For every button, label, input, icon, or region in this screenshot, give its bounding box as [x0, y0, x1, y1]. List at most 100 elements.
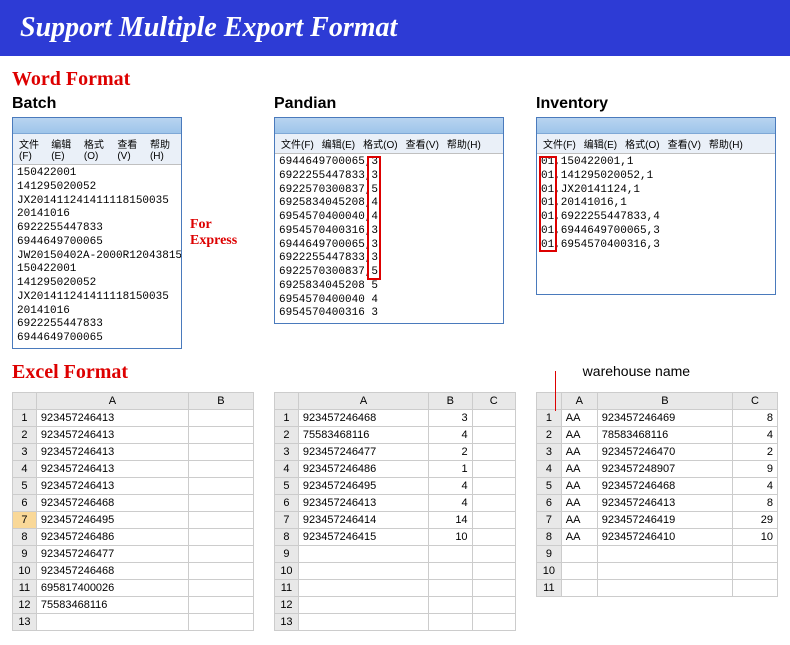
excel-cell[interactable] — [597, 545, 732, 562]
excel-cell[interactable]: 923457246495 — [36, 511, 188, 528]
excel-cell[interactable]: 923457246413 — [298, 494, 428, 511]
excel-cell[interactable]: 3 — [429, 409, 472, 426]
excel-corner[interactable] — [537, 392, 562, 409]
excel-cell[interactable]: AA — [561, 511, 597, 528]
excel-corner[interactable] — [275, 392, 299, 409]
excel-cell[interactable] — [188, 494, 253, 511]
excel-cell[interactable]: 695817400026 — [36, 579, 188, 596]
menu-format[interactable]: 格式(O) — [363, 136, 397, 151]
excel-row-header[interactable]: 5 — [537, 477, 562, 494]
excel-cell[interactable]: 78583468116 — [597, 426, 732, 443]
excel-row-header[interactable]: 11 — [13, 579, 37, 596]
excel-row-header[interactable]: 12 — [13, 596, 37, 613]
menu-edit[interactable]: 编辑(E) — [584, 136, 617, 151]
excel-cell[interactable]: 10 — [732, 528, 777, 545]
excel-cell[interactable] — [188, 460, 253, 477]
excel-row-header[interactable]: 11 — [275, 579, 299, 596]
excel-row-header[interactable]: 1 — [537, 409, 562, 426]
excel-cell[interactable]: 923457246419 — [597, 511, 732, 528]
excel-cell[interactable]: 923457246477 — [36, 545, 188, 562]
menu-view[interactable]: 查看(V) — [406, 136, 439, 151]
excel-cell[interactable] — [429, 562, 472, 579]
excel-row-header[interactable]: 9 — [275, 545, 299, 562]
excel-cell[interactable] — [188, 596, 253, 613]
excel-cell[interactable]: 4 — [429, 494, 472, 511]
excel-col-header[interactable]: B — [429, 392, 472, 409]
excel-row-header[interactable]: 1 — [275, 409, 299, 426]
excel-cell[interactable] — [472, 613, 515, 630]
excel-row-header[interactable]: 7 — [13, 511, 37, 528]
excel-cell[interactable]: 2 — [429, 443, 472, 460]
excel-cell[interactable] — [561, 579, 597, 596]
excel-row-header[interactable]: 6 — [13, 494, 37, 511]
excel-cell[interactable]: AA — [561, 528, 597, 545]
excel-cell[interactable]: 923457246468 — [36, 562, 188, 579]
excel-cell[interactable] — [732, 562, 777, 579]
excel-cell[interactable] — [188, 528, 253, 545]
notepad-menubar[interactable]: 文件(F) 编辑(E) 格式(O) 查看(V) 帮助(H) — [275, 134, 503, 154]
excel-cell[interactable] — [188, 443, 253, 460]
excel-cell[interactable] — [472, 460, 515, 477]
excel-cell[interactable]: 923457246486 — [36, 528, 188, 545]
excel-cell[interactable] — [188, 426, 253, 443]
excel-row-header[interactable]: 3 — [537, 443, 562, 460]
excel-cell[interactable]: 923457246413 — [36, 460, 188, 477]
excel-cell[interactable] — [472, 596, 515, 613]
excel-cell[interactable]: 923457246413 — [597, 494, 732, 511]
excel-col-header[interactable]: A — [36, 392, 188, 409]
excel-row-header[interactable]: 5 — [275, 477, 299, 494]
excel-col-header[interactable]: A — [561, 392, 597, 409]
excel-cell[interactable] — [298, 596, 428, 613]
excel-cell[interactable] — [298, 579, 428, 596]
excel-cell[interactable]: 923457246415 — [298, 528, 428, 545]
notepad-content-batch[interactable]: 150422001141295020052JX20141124141111815… — [13, 165, 181, 348]
excel-cell[interactable] — [298, 613, 428, 630]
excel-cell[interactable]: 923457246413 — [36, 409, 188, 426]
excel-cell[interactable]: AA — [561, 409, 597, 426]
excel-row-header[interactable]: 8 — [537, 528, 562, 545]
excel-row-header[interactable]: 7 — [537, 511, 562, 528]
excel-cell[interactable]: 923457246468 — [597, 477, 732, 494]
excel-row-header[interactable]: 2 — [13, 426, 37, 443]
excel-row-header[interactable]: 4 — [13, 460, 37, 477]
menu-file[interactable]: 文件(F) — [281, 136, 314, 151]
excel-cell[interactable] — [472, 579, 515, 596]
menu-file[interactable]: 文件(F) — [19, 136, 43, 162]
excel-cell[interactable]: 4 — [429, 426, 472, 443]
menu-view[interactable]: 查看(V) — [117, 136, 142, 162]
excel-cell[interactable] — [561, 545, 597, 562]
excel-cell[interactable]: 9 — [732, 460, 777, 477]
excel-row-header[interactable]: 12 — [275, 596, 299, 613]
excel-row-header[interactable]: 10 — [537, 562, 562, 579]
excel-cell[interactable] — [472, 545, 515, 562]
excel-cell[interactable] — [188, 545, 253, 562]
excel-cell[interactable]: 923457246414 — [298, 511, 428, 528]
excel-row-header[interactable]: 9 — [537, 545, 562, 562]
excel-cell[interactable]: 923457246470 — [597, 443, 732, 460]
excel-row-header[interactable]: 10 — [275, 562, 299, 579]
menu-help[interactable]: 帮助(H) — [447, 136, 481, 151]
excel-cell[interactable]: AA — [561, 494, 597, 511]
excel-cell[interactable]: 75583468116 — [36, 596, 188, 613]
excel-batch[interactable]: AB19234572464132923457246413392345724641… — [12, 392, 254, 631]
excel-cell[interactable] — [472, 511, 515, 528]
excel-cell[interactable] — [472, 443, 515, 460]
menu-file[interactable]: 文件(F) — [543, 136, 576, 151]
excel-cell[interactable]: 923457248907 — [597, 460, 732, 477]
excel-row-header[interactable]: 8 — [275, 528, 299, 545]
notepad-content-inventory[interactable]: 01,150422001,101,141295020052,101,JX2014… — [537, 154, 775, 294]
excel-row-header[interactable]: 4 — [275, 460, 299, 477]
excel-cell[interactable]: 4 — [732, 477, 777, 494]
excel-cell[interactable]: 923457246468 — [36, 494, 188, 511]
excel-col-header[interactable]: B — [188, 392, 253, 409]
excel-row-header[interactable]: 3 — [13, 443, 37, 460]
excel-cell[interactable] — [36, 613, 188, 630]
excel-cell[interactable]: 923457246413 — [36, 477, 188, 494]
excel-cell[interactable]: 75583468116 — [298, 426, 428, 443]
menu-format[interactable]: 格式(O) — [625, 136, 659, 151]
excel-cell[interactable] — [597, 579, 732, 596]
notepad-menubar[interactable]: 文件(F) 编辑(E) 格式(O) 查看(V) 帮助(H) — [13, 134, 181, 165]
menu-format[interactable]: 格式(O) — [84, 136, 109, 162]
excel-cell[interactable]: 923457246468 — [298, 409, 428, 426]
excel-col-header[interactable]: C — [732, 392, 777, 409]
